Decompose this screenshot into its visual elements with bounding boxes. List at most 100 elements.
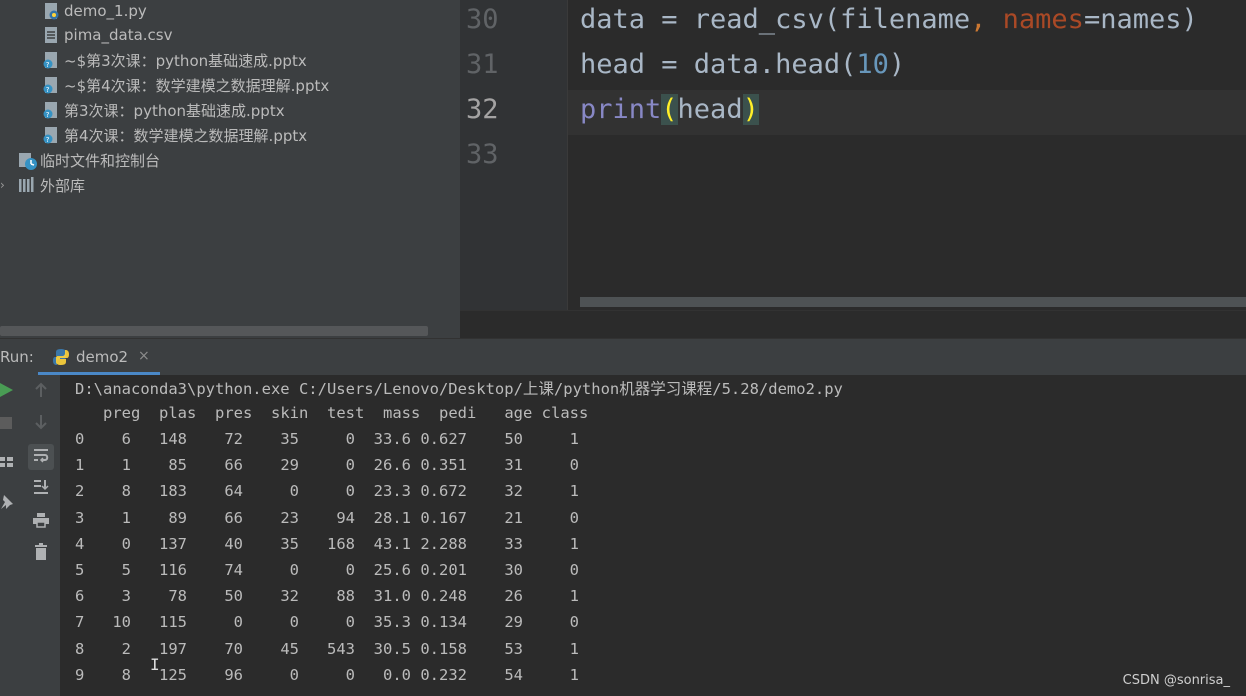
table-cell: 0.0 <box>355 665 411 684</box>
tab-demo2[interactable]: demo2 × <box>38 339 160 375</box>
table-cell: 0 <box>299 456 355 475</box>
table-cell: 115 <box>131 613 187 632</box>
stop-button[interactable] <box>0 411 19 437</box>
chevron-right-icon[interactable]: › <box>0 178 5 192</box>
code-editor[interactable]: 30 31 32 33 data = read_csv(filename, na… <box>460 0 1246 338</box>
scroll-down-button[interactable] <box>28 411 54 437</box>
stop-icon <box>0 415 13 434</box>
table-cell: 23 <box>243 508 299 527</box>
table-cell: 5 <box>93 561 131 579</box>
code-line-31[interactable]: head = data.head(10) <box>580 49 905 80</box>
table-cell: 0 <box>187 613 243 632</box>
table-cell: 0 <box>523 561 579 579</box>
table-cell: 0 <box>299 665 355 684</box>
table-cell: 2 <box>93 639 131 658</box>
row-index: 2 <box>75 482 94 501</box>
table-cell: 0 <box>523 508 579 527</box>
line-number-gutter: 30 31 32 33 <box>460 0 568 310</box>
code-line-30[interactable]: data = read_csv(filename, names=names) <box>580 4 1198 35</box>
table-cell: 3 <box>93 587 131 606</box>
run-label: Run: <box>0 348 34 366</box>
table-cell: 0 <box>243 665 299 684</box>
table-cell: 0 <box>299 482 355 501</box>
table-row: 0 6 148 72 35 0 33.6 0.627 50 1 <box>75 430 579 448</box>
table-cell: 0.201 <box>411 561 467 579</box>
arrow-up-icon <box>33 382 49 402</box>
row-index: 0 <box>75 430 94 448</box>
table-cell: 148 <box>131 430 187 448</box>
column-header: test <box>308 404 365 422</box>
table-cell: 0.158 <box>411 639 467 658</box>
table-cell: 2.288 <box>411 534 467 553</box>
table-cell: 26.6 <box>355 456 411 475</box>
tree-item-label: pima_data.csv <box>64 26 173 44</box>
table-cell: 74 <box>187 561 243 579</box>
tree-item-temp-pptx-3[interactable]: ? ~$第3次课：python基础速成.pptx <box>42 48 307 72</box>
table-cell: 28.1 <box>355 508 411 527</box>
table-cell: 88 <box>299 587 355 606</box>
close-icon[interactable]: × <box>138 348 150 364</box>
code-line-32[interactable]: print(head) <box>580 94 759 125</box>
tree-item-label: 外部库 <box>40 176 86 195</box>
unknown-file-icon: ? <box>42 51 60 69</box>
table-cell: 116 <box>131 561 187 579</box>
scroll-up-button[interactable] <box>28 379 54 405</box>
soft-wrap-button[interactable] <box>28 444 54 470</box>
table-cell: 0.134 <box>411 613 467 632</box>
tree-item-temp-pptx-4[interactable]: ? ~$第4次课：数学建模之数据理解.pptx <box>42 73 329 97</box>
table-cell: 183 <box>131 482 187 501</box>
table-cell: 45 <box>243 639 299 658</box>
table-cell: 137 <box>131 534 187 553</box>
table-cell: 8 <box>93 482 131 501</box>
pin-icon <box>0 494 14 514</box>
table-cell: 35 <box>243 534 299 553</box>
column-header: class <box>532 404 589 422</box>
code-token: =names) <box>1083 4 1198 35</box>
code-token-keyword-arg: names <box>1002 4 1084 35</box>
pin-button[interactable] <box>0 491 19 517</box>
soft-wrap-icon <box>32 447 50 467</box>
unknown-file-icon: ? <box>42 126 60 144</box>
table-cell: 6 <box>93 430 131 448</box>
table-cell: 21 <box>467 508 523 527</box>
tree-item-lesson-4-pptx[interactable]: ? 第4次课：数学建模之数据理解.pptx <box>42 123 307 147</box>
table-cell: 0.232 <box>411 665 467 684</box>
scroll-to-end-button[interactable] <box>28 476 54 502</box>
tree-item-scratches-and-consoles[interactable]: 临时文件和控制台 <box>18 148 160 172</box>
table-header: preg plas pres skin test mass pedi age c… <box>75 404 588 422</box>
rerun-button[interactable] <box>0 379 19 405</box>
scroll-to-end-icon <box>32 479 50 499</box>
horizontal-scrollbar[interactable] <box>0 326 428 336</box>
clear-all-button[interactable] <box>28 541 54 567</box>
table-cell: 10 <box>93 613 131 632</box>
code-token-builtin: print <box>580 94 662 125</box>
svg-text:?: ? <box>46 111 50 119</box>
console-command-line: D:\anaconda3\python.exe C:/Users/Lenovo/… <box>75 380 843 398</box>
arrow-down-icon <box>33 414 49 434</box>
table-cell: 30.5 <box>355 639 411 658</box>
tree-item-demo-1-py[interactable]: demo_1.py <box>42 0 147 23</box>
tree-item-pima-data-csv[interactable]: pima_data.csv <box>42 23 173 47</box>
table-cell: 1 <box>523 534 579 553</box>
svg-text:?: ? <box>46 61 50 69</box>
table-cell: 70 <box>187 639 243 658</box>
table-cell: 1 <box>93 456 131 475</box>
column-header: plas <box>140 404 197 422</box>
table-cell: 32 <box>243 587 299 606</box>
line-number-current: 32 <box>466 94 499 125</box>
code-token: ) <box>888 49 906 80</box>
python-file-icon <box>42 2 60 20</box>
tree-item-external-libraries[interactable]: › 外部库 <box>0 173 86 197</box>
table-row: 7 10 115 0 0 0 35.3 0.134 29 0 <box>75 613 579 631</box>
print-button[interactable] <box>28 509 54 535</box>
table-cell: 1 <box>523 587 579 606</box>
run-toolbar <box>0 375 60 696</box>
tree-item-lesson-3-pptx[interactable]: ? 第3次课：python基础速成.pptx <box>42 98 285 122</box>
editor-horizontal-scrollbar[interactable] <box>580 297 1246 307</box>
console-output[interactable]: D:\anaconda3\python.exe C:/Users/Lenovo/… <box>60 375 1246 696</box>
layout-button[interactable] <box>0 451 19 477</box>
table-cell: 50 <box>187 587 243 606</box>
column-header: age <box>476 404 533 422</box>
table-cell: 0 <box>523 456 579 475</box>
table-cell: 66 <box>187 456 243 475</box>
